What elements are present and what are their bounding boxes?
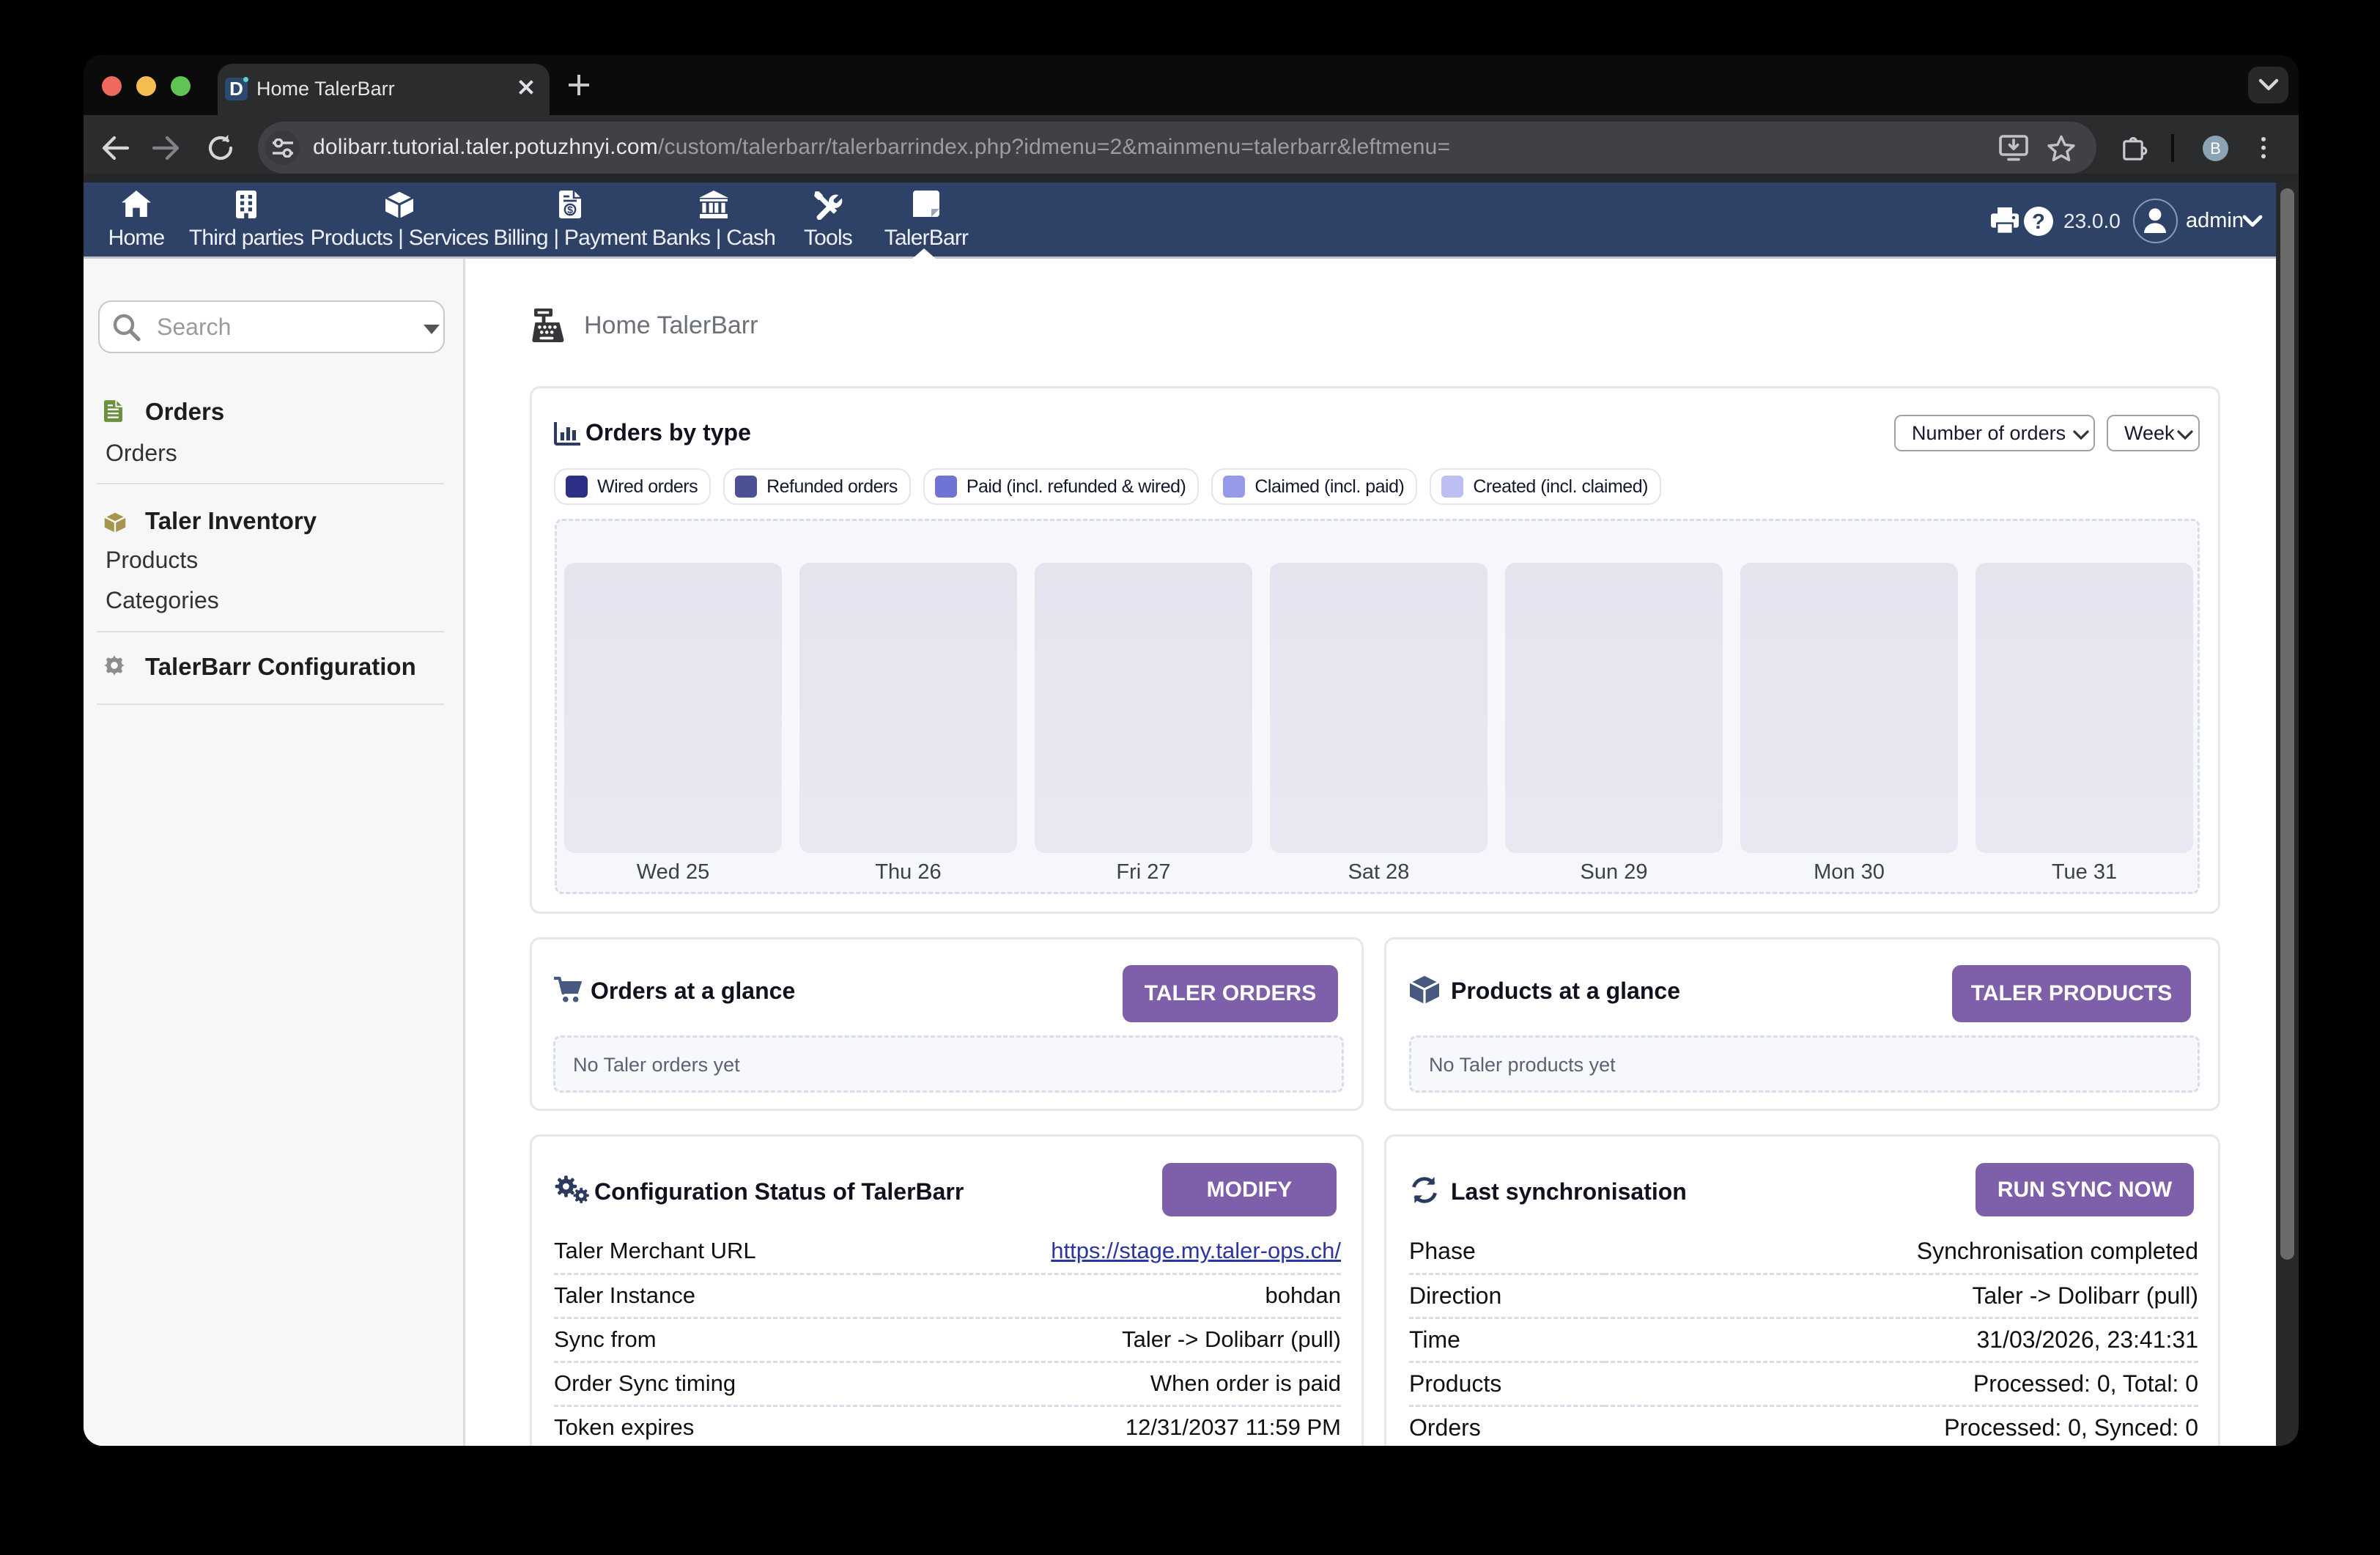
svg-text:$: $ [567,204,573,215]
svg-text:?: ? [2032,210,2045,234]
